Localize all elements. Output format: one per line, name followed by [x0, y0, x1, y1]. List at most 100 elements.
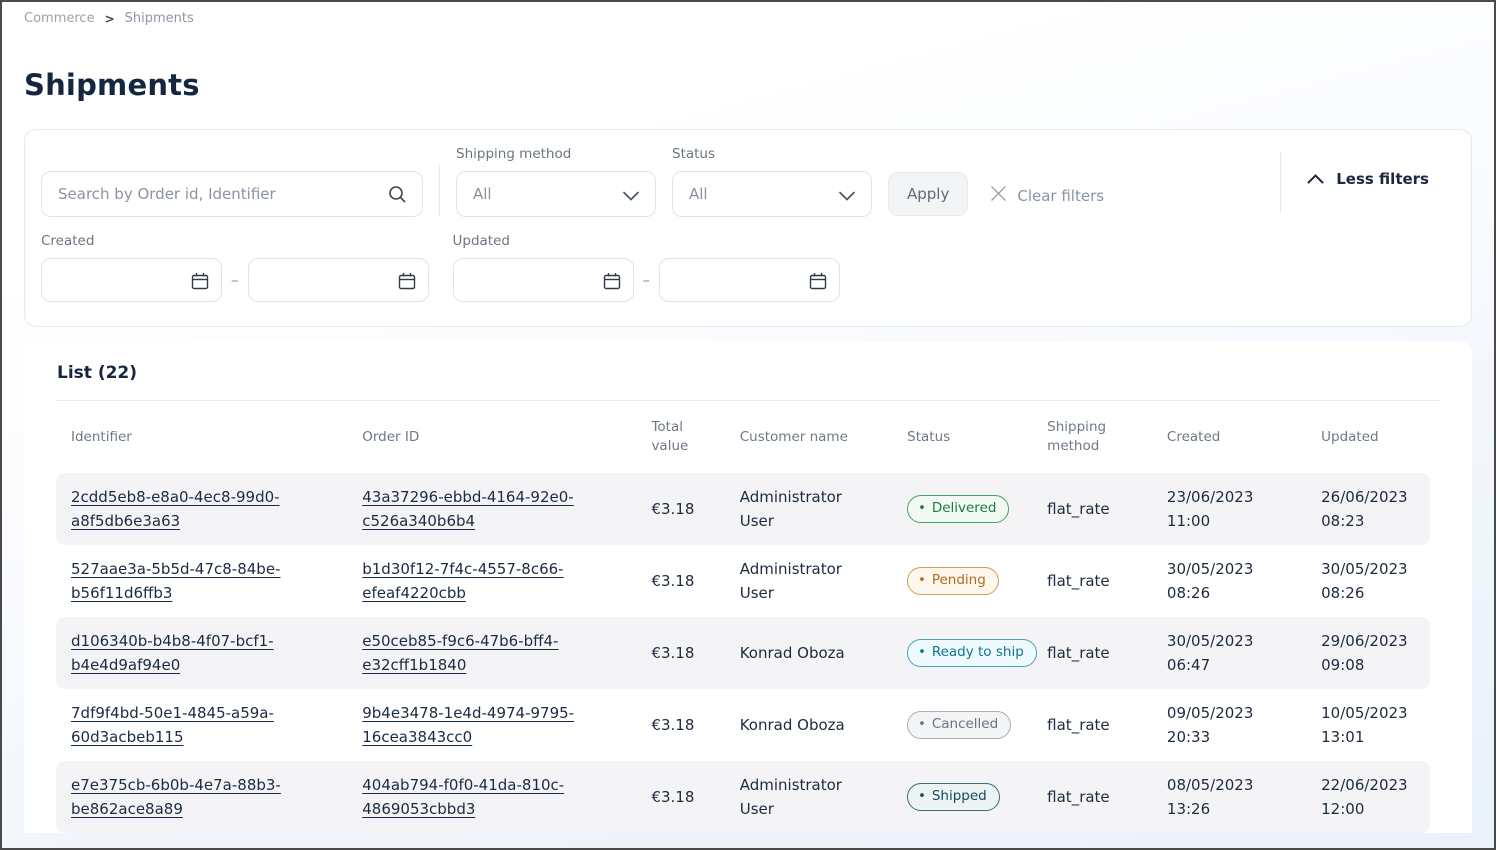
column-header-status: Status: [892, 401, 1032, 473]
less-filters-toggle[interactable]: Less filters: [1307, 170, 1429, 194]
shipping-method-cell: flat_rate: [1032, 689, 1152, 761]
updated-cell: 29/06/2023 09:08: [1306, 617, 1430, 689]
shipping-method-filter: Shipping method All: [456, 146, 656, 217]
updated-cell: 30/05/2023 08:26: [1306, 545, 1430, 617]
chevron-down-icon: [839, 186, 855, 205]
breadcrumb-commerce[interactable]: Commerce: [24, 11, 95, 26]
created-to-field: [248, 258, 429, 302]
filters-panel: Shipping method All Status All: [24, 129, 1472, 327]
status-badge: Pending: [907, 567, 999, 595]
apply-button[interactable]: Apply: [888, 172, 968, 216]
updated-cell: 22/06/2023 12:00: [1306, 761, 1430, 833]
status-cell: Delivered: [892, 473, 1032, 545]
identifier-link[interactable]: 7df9f4bd-50e1-4845-a59a-60d3acbeb115: [71, 701, 289, 749]
search-input[interactable]: [42, 172, 422, 216]
total-value-cell: €3.18: [636, 689, 724, 761]
shipping-method-cell: flat_rate: [1032, 473, 1152, 545]
column-header-total-value: Total value: [636, 401, 724, 473]
updated-date-filter: Updated –: [453, 233, 841, 302]
search-icon: [387, 184, 408, 209]
shipping-method-cell: flat_rate: [1032, 617, 1152, 689]
status-label: Status: [672, 146, 872, 162]
status-badge: Shipped: [907, 783, 1000, 811]
clear-filters-label: Clear filters: [1017, 187, 1104, 205]
filters-divider: [439, 165, 440, 217]
breadcrumb-separator-icon: >: [105, 12, 115, 26]
page-title: Shipments: [24, 68, 1494, 102]
order-id-link[interactable]: e50ceb85-f9c6-47b6-bff4-e32cff1b1840: [362, 629, 580, 677]
column-header-created: Created: [1152, 401, 1306, 473]
table-row: 2cdd5eb8-e8a0-4ec8-99d0-a8f5db6e3a63 43a…: [56, 473, 1430, 545]
table-row: d106340b-b4b8-4f07-bcf1-b4e4d9af94e0 e50…: [56, 617, 1430, 689]
status-badge: Ready to ship: [907, 639, 1037, 667]
total-value-cell: €3.18: [636, 545, 724, 617]
filters-divider: [1280, 151, 1281, 213]
chevron-up-icon: [1307, 170, 1324, 188]
column-header-customer-name: Customer name: [725, 401, 892, 473]
total-value-cell: €3.18: [636, 617, 724, 689]
total-value-cell: €3.18: [636, 473, 724, 545]
order-id-link[interactable]: 404ab794-f0f0-41da-810c-4869053cbbd3: [362, 773, 580, 821]
table-header-row: Identifier Order ID Total value Customer…: [56, 401, 1430, 473]
created-cell: 30/05/2023 08:26: [1152, 545, 1306, 617]
table-row: 7df9f4bd-50e1-4845-a59a-60d3acbeb115 9b4…: [56, 689, 1430, 761]
customer-name-cell: Konrad Oboza: [725, 689, 892, 761]
shipping-method-cell: flat_rate: [1032, 545, 1152, 617]
shipments-table: Identifier Order ID Total value Customer…: [56, 401, 1430, 833]
identifier-link[interactable]: e7e375cb-6b0b-4e7a-88b3-be862ace8a89: [71, 773, 289, 821]
order-id-link[interactable]: b1d30f12-7f4c-4557-8c66-efeaf4220cbb: [362, 557, 580, 605]
status-badge: Cancelled: [907, 711, 1011, 739]
customer-name-cell: Administrator User: [725, 473, 892, 545]
breadcrumb: Commerce > Shipments: [2, 2, 1494, 26]
chevron-down-icon: [623, 186, 639, 205]
order-id-link[interactable]: 43a37296-ebbd-4164-92e0-c526a340b6b4: [362, 485, 580, 533]
updated-to-field: [659, 258, 840, 302]
status-cell: Shipped: [892, 761, 1032, 833]
updated-cell: 26/06/2023 08:23: [1306, 473, 1430, 545]
shipping-method-select[interactable]: All: [456, 171, 656, 217]
calendar-icon[interactable]: [398, 272, 416, 294]
less-filters-label: Less filters: [1336, 170, 1429, 188]
status-select[interactable]: All: [672, 171, 872, 217]
clear-filters-button[interactable]: Clear filters: [990, 185, 1104, 206]
status-cell: Pending: [892, 545, 1032, 617]
identifier-link[interactable]: d106340b-b4b8-4f07-bcf1-b4e4d9af94e0: [71, 629, 289, 677]
total-value-cell: €3.18: [636, 761, 724, 833]
range-separator: –: [231, 271, 239, 289]
search-field: [41, 171, 423, 217]
status-cell: Ready to ship: [892, 617, 1032, 689]
created-cell: 08/05/2023 13:26: [1152, 761, 1306, 833]
shipping-method-label: Shipping method: [456, 146, 656, 162]
status-badge: Delivered: [907, 495, 1009, 523]
column-header-identifier: Identifier: [56, 401, 347, 473]
column-header-shipping-method: Shipping method: [1032, 401, 1152, 473]
customer-name-cell: Konrad Oboza: [725, 617, 892, 689]
created-date-filter: Created –: [41, 233, 429, 302]
calendar-icon[interactable]: [603, 272, 621, 294]
breadcrumb-shipments[interactable]: Shipments: [125, 11, 194, 26]
identifier-link[interactable]: 527aae3a-5b5d-47c8-84be-b56f11d6ffb3: [71, 557, 289, 605]
shipments-list-panel: List (22) Identifier Order ID Total valu…: [24, 341, 1472, 833]
status-filter: Status All: [672, 146, 872, 217]
calendar-icon[interactable]: [809, 272, 827, 294]
customer-name-cell: Administrator User: [725, 545, 892, 617]
calendar-icon[interactable]: [191, 272, 209, 294]
status-cell: Cancelled: [892, 689, 1032, 761]
created-cell: 30/05/2023 06:47: [1152, 617, 1306, 689]
filters-row-dates: Created –: [41, 233, 1455, 302]
list-heading: List (22): [56, 363, 1440, 383]
table-row: e7e375cb-6b0b-4e7a-88b3-be862ace8a89 404…: [56, 761, 1430, 833]
updated-from-field: [453, 258, 634, 302]
status-value: All: [689, 185, 708, 203]
shipping-method-cell: flat_rate: [1032, 761, 1152, 833]
customer-name-cell: Administrator User: [725, 761, 892, 833]
updated-cell: 10/05/2023 13:01: [1306, 689, 1430, 761]
table-row: 527aae3a-5b5d-47c8-84be-b56f11d6ffb3 b1d…: [56, 545, 1430, 617]
identifier-link[interactable]: 2cdd5eb8-e8a0-4ec8-99d0-a8f5db6e3a63: [71, 485, 289, 533]
created-from-field: [41, 258, 222, 302]
updated-label: Updated: [453, 233, 841, 249]
created-cell: 23/06/2023 11:00: [1152, 473, 1306, 545]
created-cell: 09/05/2023 20:33: [1152, 689, 1306, 761]
app-window: Commerce > Shipments Shipments Shipping …: [0, 0, 1496, 850]
order-id-link[interactable]: 9b4e3478-1e4d-4974-9795-16cea3843cc0: [362, 701, 580, 749]
